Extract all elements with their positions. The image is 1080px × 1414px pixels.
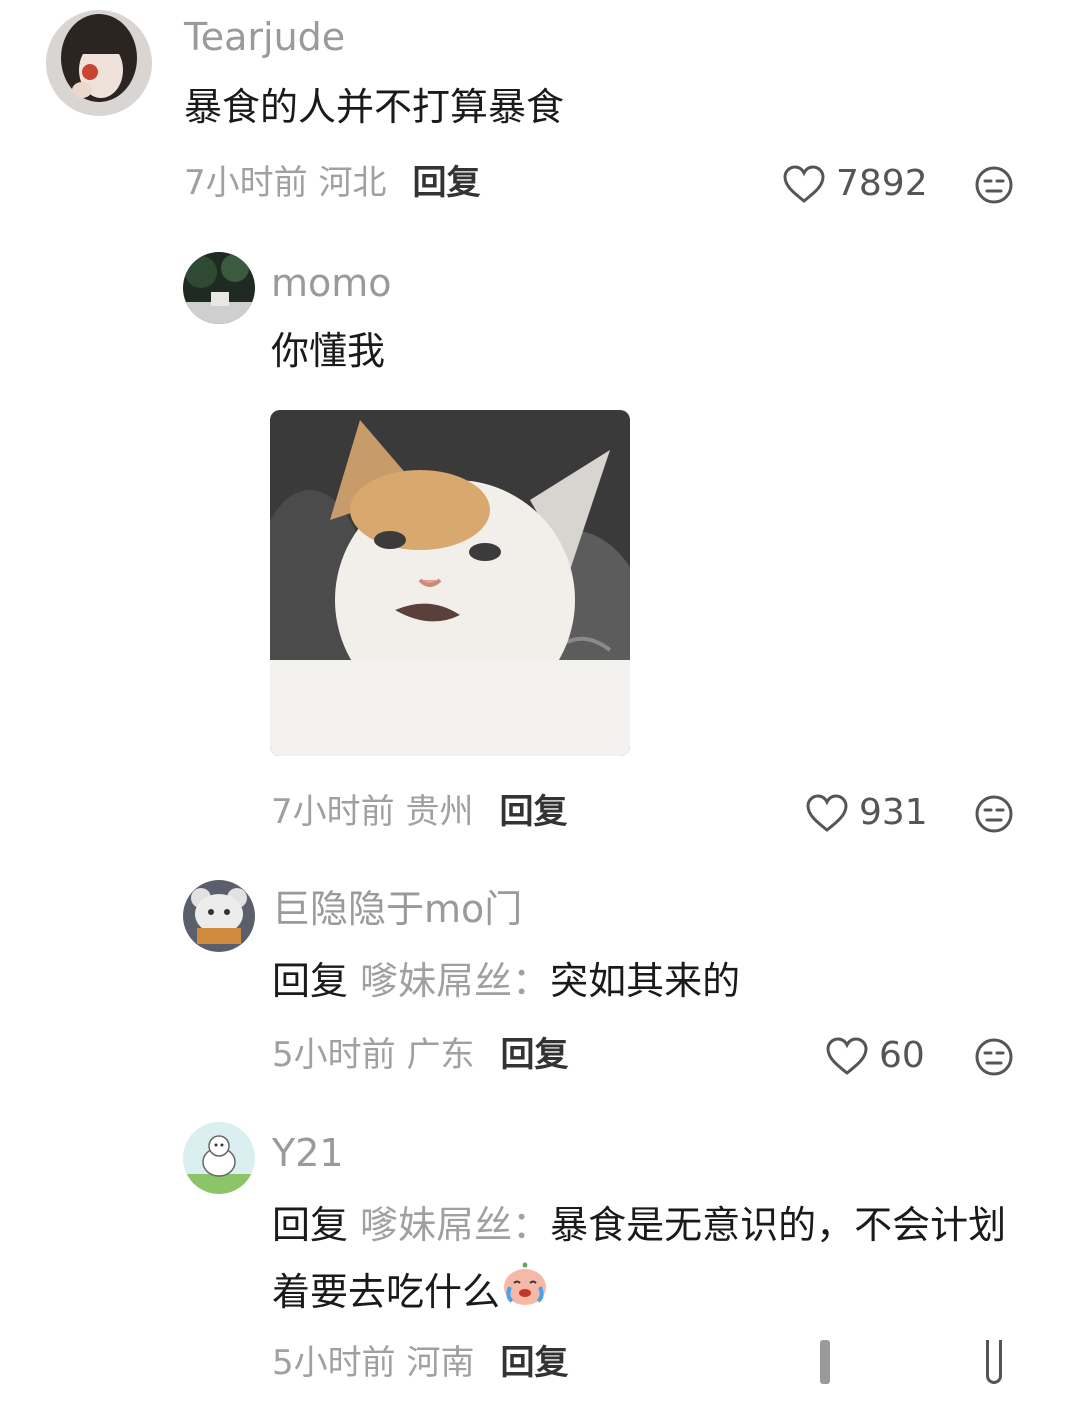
heart-outline-icon	[806, 794, 848, 832]
username[interactable]: 巨隐隐于mo门	[272, 890, 522, 928]
avatar-portrait-icon	[46, 10, 152, 116]
meh-face-icon[interactable]	[974, 165, 1014, 205]
comment-meta: 5小时前 广东 回复	[272, 1038, 568, 1072]
meh-face-icon[interactable]	[974, 1037, 1014, 1077]
like-button[interactable]: 931	[805, 793, 928, 833]
avatar-y21[interactable]	[183, 1122, 255, 1194]
like-count: 931	[859, 792, 928, 833]
reply-button[interactable]: 回复	[412, 163, 480, 203]
avatar-landscape-icon	[183, 252, 255, 324]
username[interactable]: Y21	[272, 1134, 344, 1172]
reply-button[interactable]: 回复	[500, 1343, 568, 1383]
comment-text: 回复 嗲妹屌丝：突如其来的	[272, 948, 740, 1015]
avatar-momo[interactable]	[183, 252, 255, 324]
meh-face-icon[interactable]	[974, 794, 1014, 834]
like-button-partial[interactable]	[820, 1340, 830, 1384]
reply-target-user[interactable]: 嗲妹屌丝：	[360, 1203, 550, 1247]
reply-prefix: 回复	[272, 959, 349, 1003]
comment-meta: 7小时前 贵州 回复	[271, 795, 567, 829]
heart-outline-icon	[783, 165, 825, 203]
like-count: 7892	[836, 163, 928, 204]
meh-face-icon-partial[interactable]	[986, 1340, 1002, 1384]
avatar-mouse[interactable]	[183, 880, 255, 952]
time-location: 5小时前 河南	[272, 1343, 475, 1383]
comment-text: 回复 嗲妹屌丝：暴食是无意识的，不会计划着要去吃什么	[272, 1192, 1032, 1327]
comment-body: 突如其来的	[550, 959, 741, 1003]
comment-text: 你懂我	[271, 329, 386, 373]
reply-prefix: 回复	[272, 1203, 349, 1247]
like-count: 60	[879, 1035, 925, 1076]
reply-button[interactable]: 回复	[500, 1035, 568, 1075]
like-button[interactable]: 60	[825, 1036, 925, 1076]
like-button[interactable]: 7892	[782, 164, 928, 204]
comment-meta: 7小时前 河北 回复	[184, 166, 480, 200]
comment-text: 暴食的人并不打算暴食	[184, 85, 565, 129]
crying-cat-image	[270, 410, 630, 756]
reply-button[interactable]: 回复	[499, 792, 567, 832]
reply-target-user[interactable]: 嗲妹屌丝：	[360, 959, 550, 1003]
comment-image-crying-cat[interactable]	[270, 410, 630, 756]
username[interactable]: Tearjude	[184, 18, 345, 56]
time-location: 7小时前 贵州	[271, 792, 474, 832]
crying-emoji-icon	[500, 1261, 550, 1328]
heart-outline-icon	[826, 1037, 868, 1075]
time-location: 5小时前 广东	[272, 1035, 475, 1075]
avatar-dog-cartoon-icon	[183, 1122, 255, 1194]
username[interactable]: momo	[271, 264, 392, 302]
comment-meta: 5小时前 河南 回复	[272, 1346, 568, 1380]
avatar-mouse-cartoon-icon	[183, 880, 255, 952]
time-location: 7小时前 河北	[184, 163, 387, 203]
avatar-tearjude[interactable]	[46, 10, 152, 116]
